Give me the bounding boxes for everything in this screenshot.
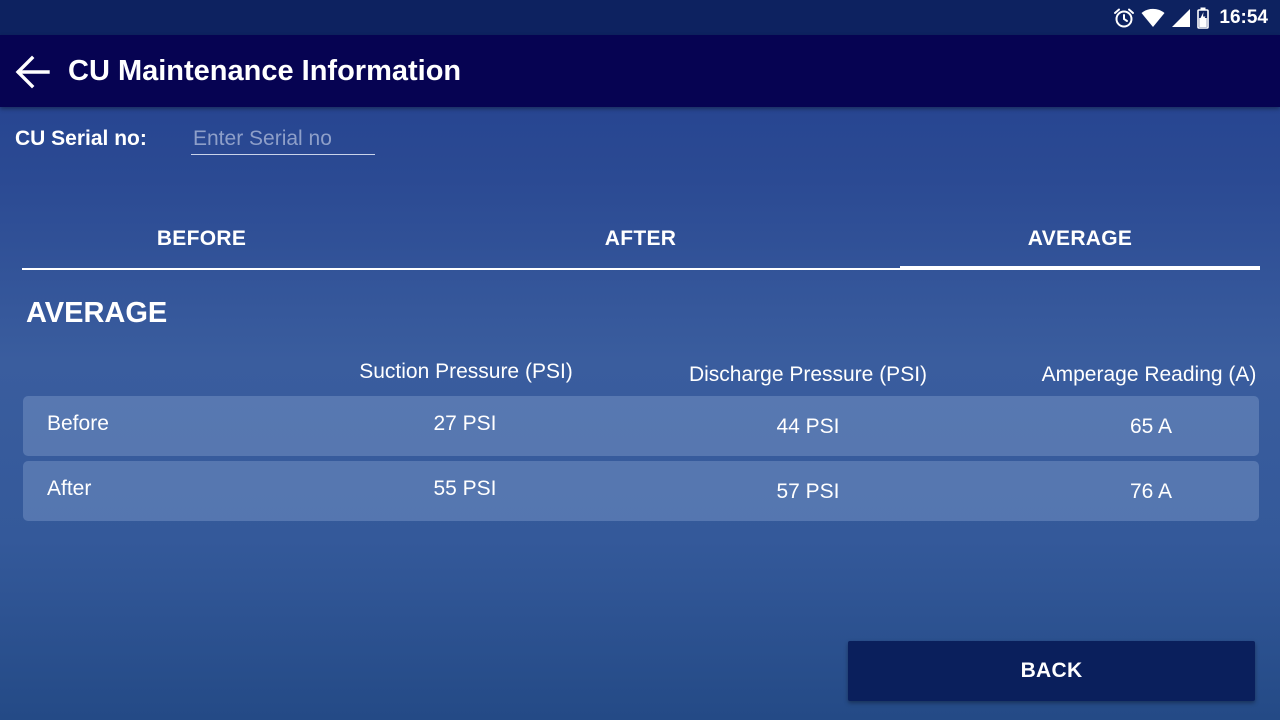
- tab-indicator: [900, 266, 1260, 270]
- page-title: CU Maintenance Information: [68, 55, 462, 87]
- section-title: AVERAGE: [26, 297, 168, 329]
- status-icons: 16:54: [1113, 0, 1268, 35]
- back-button[interactable]: BACK: [848, 641, 1255, 701]
- discharge-value: 44 PSI: [776, 415, 840, 438]
- serial-input[interactable]: [191, 124, 375, 155]
- row-label: After: [47, 477, 92, 500]
- serial-label: CU Serial no:: [15, 127, 147, 150]
- wifi-icon: [1141, 8, 1165, 28]
- suction-value: 55 PSI: [433, 477, 497, 500]
- tab-before[interactable]: BEFORE: [22, 210, 381, 268]
- alarm-icon: [1113, 7, 1135, 29]
- column-header-discharge: Discharge Pressure (PSI): [688, 363, 928, 386]
- table-row: Before 27 PSI 44 PSI 65 A: [23, 396, 1259, 456]
- tab-after[interactable]: AFTER: [461, 210, 820, 268]
- status-time: 16:54: [1219, 6, 1268, 28]
- table-row: After 55 PSI 57 PSI 76 A: [23, 461, 1259, 521]
- discharge-value: 57 PSI: [776, 480, 840, 503]
- signal-icon: [1171, 8, 1191, 28]
- status-bar: 16:54: [0, 0, 1280, 35]
- column-header-amperage: Amperage Reading (A): [1041, 363, 1257, 386]
- suction-value: 27 PSI: [433, 412, 497, 435]
- amperage-value: 76 A: [1129, 480, 1173, 503]
- row-label: Before: [47, 412, 109, 435]
- tab-bar: BEFORE AFTER AVERAGE: [22, 210, 1260, 270]
- column-header-suction: Suction Pressure (PSI): [359, 360, 573, 383]
- battery-icon: [1197, 7, 1210, 29]
- tab-average[interactable]: AVERAGE: [900, 210, 1260, 268]
- app-bar: CU Maintenance Information: [0, 35, 1280, 107]
- amperage-value: 65 A: [1129, 415, 1173, 438]
- arrow-left-icon[interactable]: [14, 53, 52, 91]
